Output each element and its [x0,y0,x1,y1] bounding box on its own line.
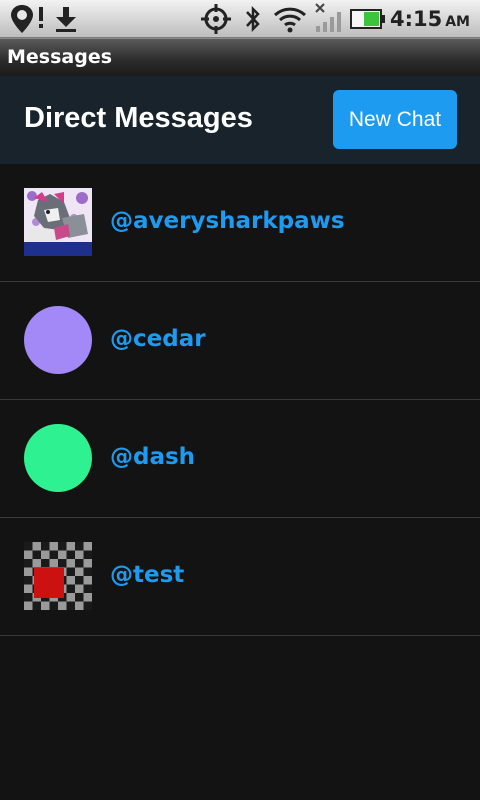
conversation-row[interactable]: @cedar [0,282,480,400]
new-chat-button[interactable]: New Chat [333,90,457,149]
avatar [24,188,92,256]
app-title: Messages [7,46,113,68]
conversation-handle: @test [110,562,185,588]
conversation-row[interactable]: @dash [0,400,480,518]
conversation-row[interactable]: @test [0,518,480,636]
page-header: Direct Messages New Chat [0,76,480,164]
app-title-bar: Messages [0,38,480,76]
avatar-checkerboard [24,542,92,610]
wifi-icon [273,7,307,33]
clock-ampm: AM [445,14,470,30]
status-clock: 4:15 AM [390,7,470,31]
avatar [24,306,92,374]
location-alert-icon [11,5,43,33]
page-title: Direct Messages [24,102,253,134]
bluetooth-icon [246,5,260,33]
download-icon [56,7,76,32]
conversation-handle: @dash [110,444,196,470]
battery-icon [350,9,385,29]
conversation-row[interactable]: @averysharkpaws [0,164,480,282]
clock-time: 4:15 [389,7,443,31]
avatar [24,424,92,492]
gps-icon [201,4,231,34]
signal-icon [315,3,341,32]
conversation-list: @averysharkpaws @cedar @dash @test [0,164,480,636]
avatar [24,542,92,610]
conversation-handle: @cedar [110,326,206,352]
avatar-photo [24,188,92,256]
conversation-handle: @averysharkpaws [110,208,345,234]
status-bar: 4:15 AM [0,0,480,38]
